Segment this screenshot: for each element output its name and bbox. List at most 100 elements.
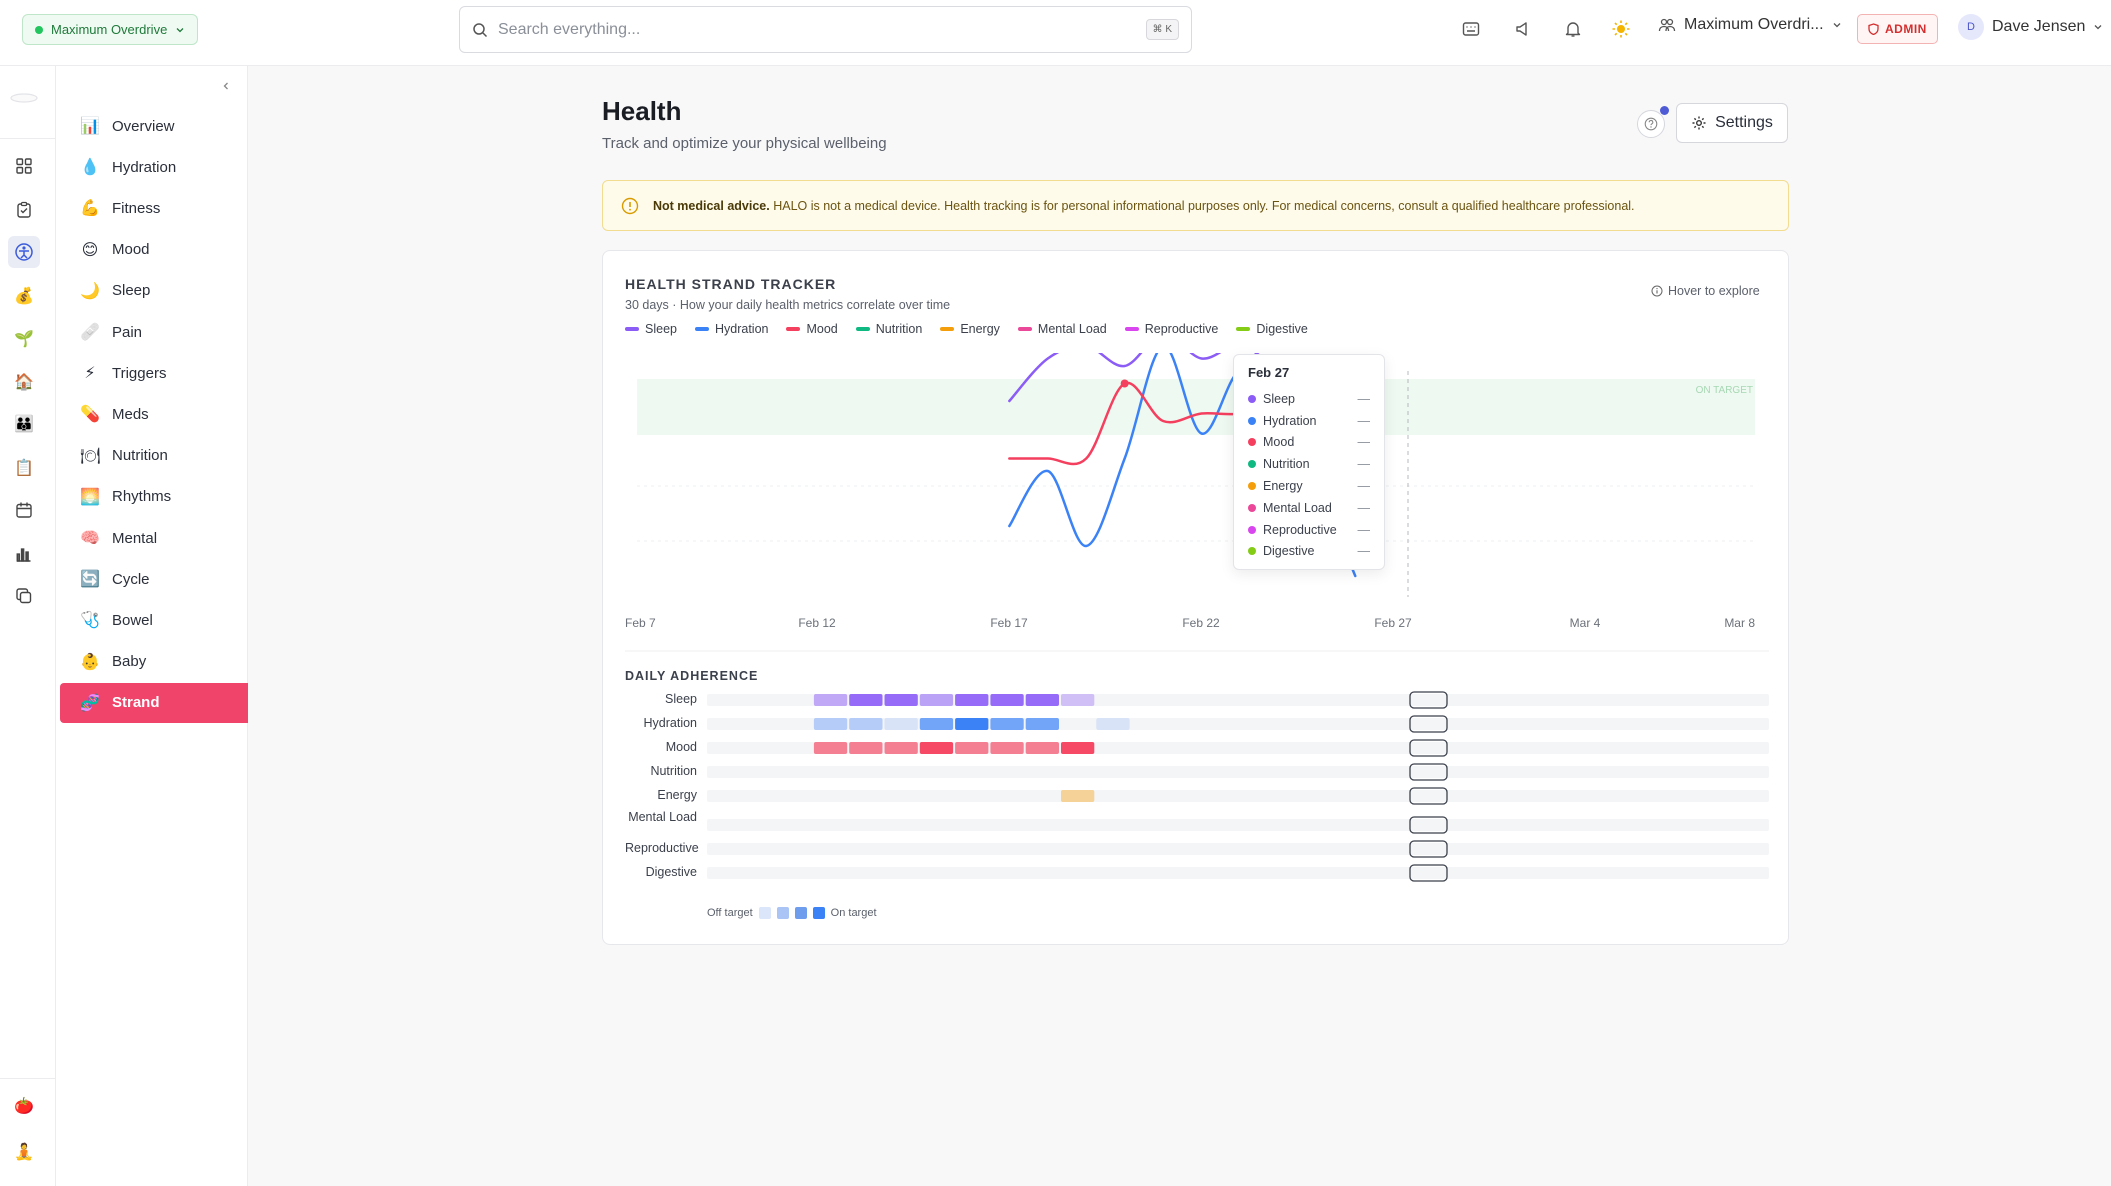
search-input[interactable]	[498, 20, 1136, 39]
legend-off-label: Off target	[707, 907, 753, 919]
tooltip-metric: Hydration	[1263, 413, 1317, 428]
adherence-cell	[849, 742, 883, 754]
copy-icon[interactable]	[8, 580, 40, 612]
megaphone-icon[interactable]	[1508, 14, 1538, 44]
sidebar-item-hydration[interactable]: 💧 Hydration	[60, 147, 248, 187]
rhythms-icon: 🌅	[80, 488, 100, 506]
adherence-cell	[955, 742, 989, 754]
user-menu[interactable]: D Dave Jensen	[1958, 14, 2103, 40]
notice-text: HALO is not a medical device. Health tra…	[773, 198, 1635, 213]
adherence-cell	[813, 718, 848, 730]
seedling-icon[interactable]: 🌱	[8, 323, 40, 355]
tomato-icon[interactable]: 🍅	[8, 1090, 40, 1122]
sidebar-item-mental[interactable]: 🧠 Mental	[60, 518, 248, 558]
home-icon[interactable]: 🏠	[8, 366, 40, 398]
adherence-cell	[1025, 718, 1059, 730]
tooltip-value: —	[1357, 544, 1371, 559]
tooltip-metric: Reproductive	[1263, 522, 1337, 537]
x-tick-label: Feb 17	[990, 616, 1028, 630]
sidebar-item-label: Sleep	[112, 282, 151, 300]
tooltip-row: Nutrition —	[1248, 453, 1370, 475]
family-icon[interactable]: 👪	[8, 408, 40, 440]
admin-badge[interactable]: ADMIN	[1857, 14, 1938, 44]
adherence-track	[707, 766, 1769, 778]
adherence-cell	[1025, 694, 1059, 706]
meditation-icon[interactable]: 🧘	[8, 1136, 40, 1168]
adherence-cell	[990, 718, 1024, 730]
tooltip-row: Mood —	[1248, 432, 1370, 454]
tooltip-value: —	[1357, 413, 1371, 428]
sidebar-item-label: Pain	[112, 323, 143, 341]
tooltip-row: Hydration —	[1248, 410, 1370, 432]
gear-icon	[1692, 116, 1706, 130]
sidebar-item-bowel[interactable]: 🩺 Bowel	[60, 600, 248, 640]
sidebar-item-sleep[interactable]: 🌙 Sleep	[60, 271, 248, 311]
x-tick-label: Mar 8	[1724, 616, 1755, 630]
x-tick-label: Feb 12	[798, 616, 836, 630]
sidebar-item-rhythms[interactable]: 🌅 Rhythms	[60, 477, 248, 517]
adherence-cell	[813, 742, 848, 754]
adherence-legend: Off target On target	[707, 907, 877, 919]
settings-button[interactable]: Settings	[1676, 103, 1788, 143]
bar-chart-icon[interactable]	[8, 538, 40, 570]
dashboard-icon[interactable]	[8, 150, 40, 182]
tooltip-metric: Digestive	[1263, 544, 1315, 559]
adherence-track	[707, 843, 1769, 855]
adherence-cell	[1025, 742, 1059, 754]
bowel-icon: 🩺	[80, 612, 100, 630]
help-button[interactable]	[1637, 110, 1665, 138]
meds-icon: 💊	[80, 406, 100, 424]
bell-icon[interactable]	[1558, 14, 1588, 44]
rail-toggle-icon[interactable]	[8, 82, 40, 114]
adherence-cell	[990, 742, 1024, 754]
medical-disclaimer: Not medical advice. HALO is not a medica…	[602, 180, 1789, 231]
sidebar-item-overview[interactable]: 📊 Overview	[60, 106, 248, 146]
sidebar-item-nutrition[interactable]: 🍽 Nutrition	[60, 436, 248, 476]
shield-icon	[1868, 23, 1879, 35]
sidebar-item-strand[interactable]: 🧬 Strand	[60, 682, 248, 723]
sidebar-item-triggers[interactable]: ⚡ Triggers	[60, 353, 248, 393]
user-name: Dave Jensen	[1992, 18, 2086, 35]
sidebar-item-mood[interactable]: 😊 Mood	[60, 230, 248, 270]
status-dot	[35, 25, 43, 34]
adherence-cell	[919, 742, 954, 754]
adherence-cell	[813, 694, 848, 706]
adherence-cell	[1096, 718, 1130, 730]
tooltip-value: —	[1357, 435, 1371, 450]
sidebar-item-fitness[interactable]: 💪 Fitness	[60, 188, 248, 228]
sleep-icon: 🌙	[80, 282, 100, 300]
avatar: D	[1958, 14, 1984, 40]
search-bar[interactable]: ⌘ K	[459, 6, 1192, 53]
workspace-switcher[interactable]: Maximum Overdrive	[22, 14, 199, 45]
team-icon	[1658, 18, 1676, 32]
adherence-track	[707, 790, 1769, 802]
collapse-sidebar-button[interactable]	[216, 76, 236, 96]
chart-tooltip: Feb 27 Sleep — Hydration — Mood — Nutrition — En…	[1233, 354, 1385, 570]
tooltip-value: —	[1357, 391, 1371, 406]
tasks-icon[interactable]	[8, 194, 40, 226]
adherence-track	[707, 867, 1769, 879]
sidebar-item-baby[interactable]: 👶 Baby	[60, 642, 248, 682]
keyboard-icon[interactable]	[1456, 14, 1486, 44]
tooltip-metric: Sleep	[1263, 391, 1295, 406]
clipboard-icon[interactable]: 📋	[8, 452, 40, 484]
adherence-label: Energy	[657, 788, 697, 802]
sidebar-item-cycle[interactable]: 🔄 Cycle	[60, 559, 248, 599]
tooltip-date: Feb 27	[1248, 365, 1290, 380]
org-switcher[interactable]: Maximum Overdri...	[1658, 16, 1842, 34]
fitness-icon: 💪	[80, 200, 100, 218]
health-icon[interactable]	[8, 236, 40, 268]
adherence-cell	[990, 694, 1024, 706]
adherence-cell	[849, 718, 883, 730]
adherence-label: Mood	[665, 740, 697, 754]
sun-icon[interactable]	[1606, 14, 1636, 44]
tooltip-value: —	[1357, 500, 1371, 515]
calendar-icon[interactable]	[8, 494, 40, 526]
strand-chart[interactable]: ON TARGET Feb 7 Feb 12 Feb 17 Feb 22 Feb 27 Ma…	[603, 251, 1790, 946]
sidebar-item-label: Hydration	[112, 158, 177, 176]
sidebar-item-meds[interactable]: 💊 Meds	[60, 394, 248, 434]
money-bag-icon[interactable]: 💰	[8, 280, 40, 312]
tooltip-value: —	[1357, 522, 1371, 537]
sidebar-item-pain[interactable]: 🩹 Pain	[60, 312, 248, 352]
adherence-cell	[884, 718, 918, 730]
